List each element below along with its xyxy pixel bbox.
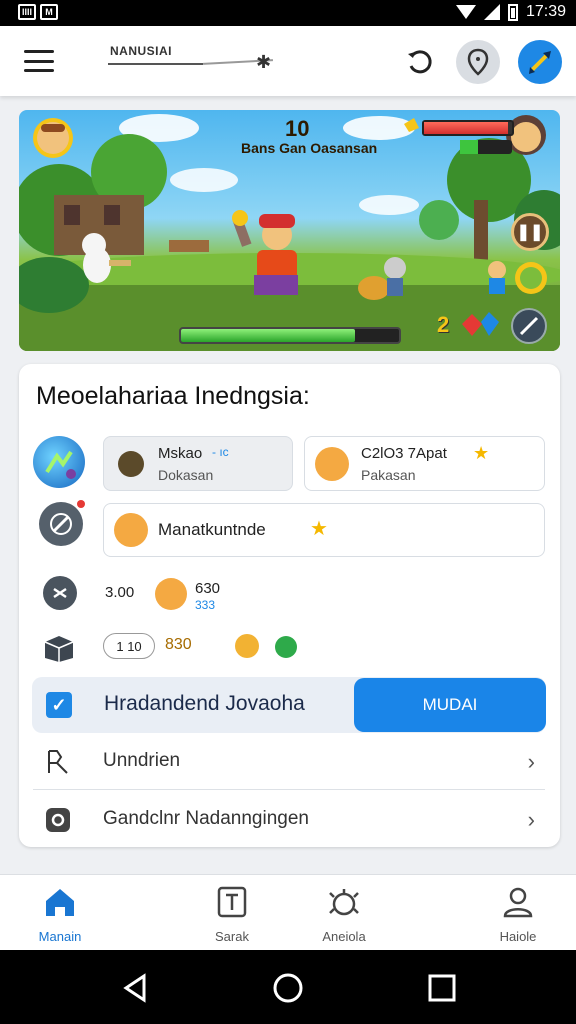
counter-pill-b: 10 (127, 638, 142, 654)
highlight-label: Hradandend Jovaoha (104, 692, 305, 715)
compass-icon[interactable] (39, 502, 83, 546)
paw-icon: ✱ (256, 52, 272, 72)
cell-signal-icon (483, 4, 500, 20)
mudai-button[interactable]: MUDAI (354, 678, 546, 732)
profile-icon (501, 885, 535, 919)
list-item-label: Unndrien (103, 750, 181, 771)
chip-title: Mskao (158, 445, 203, 462)
nav-label: Aneiola (322, 929, 366, 944)
cube-icon[interactable] (43, 634, 77, 662)
nav-item-haiole[interactable]: Haiole (458, 885, 576, 944)
nav-item-sarak[interactable]: Sarak (172, 885, 292, 944)
star-icon: ★ (473, 443, 490, 463)
mp-fill (460, 140, 479, 154)
main-card: Meoelahariaa Inedngsia: Mskao - ıc Dokas… (19, 364, 560, 847)
avatar-icon[interactable] (518, 40, 562, 84)
chevron-right-icon: › (527, 749, 535, 774)
list-item-gandclnr[interactable]: Gandclnr Nadanngingen › (33, 793, 545, 847)
chip-title: C2lO3 7Apat (361, 445, 447, 462)
chip-title: Manatkuntnde (158, 520, 266, 539)
highlight-row[interactable]: ✓ Hradandend Jovaoha MUDAI (32, 677, 546, 733)
game-score: 10 (285, 116, 310, 141)
mp-bar (460, 140, 512, 154)
signal-box-icon: IIII (18, 4, 36, 20)
game-banner[interactable]: 10 Bans Gan Oasansan ❚❚ 2 (19, 110, 560, 351)
chevron-right-icon: › (527, 807, 535, 832)
settings-icon (43, 805, 73, 835)
counter-pill-a: 1 (116, 638, 124, 654)
shield-icon (118, 451, 144, 477)
character-avatar-icon (114, 513, 148, 547)
share-icon[interactable] (43, 576, 77, 610)
battery-icon (507, 3, 518, 21)
bottom-nav: Manain Sarak Aneiola Haiole (0, 874, 576, 950)
game-level: 2 (437, 312, 450, 337)
divider (33, 789, 545, 790)
home-system-icon[interactable] (272, 972, 304, 1004)
bug-icon (327, 885, 361, 919)
pause-button[interactable]: ❚❚ (511, 213, 549, 251)
brand-logo: NANUSIAI ✱ (108, 44, 288, 80)
notification-dot (77, 500, 85, 508)
coin-icon (235, 634, 259, 658)
chip-subtitle: Dokasan (158, 467, 214, 483)
wifi-icon (455, 5, 476, 19)
app-bar: NANUSIAI ✱ (0, 26, 576, 96)
counter-pill[interactable]: 1 10 (103, 633, 155, 659)
nav-label: Sarak (215, 929, 249, 944)
hp-fill (424, 122, 508, 134)
nav-label: Manain (38, 929, 82, 944)
person-icon (43, 747, 73, 777)
nav-item-manain[interactable]: Manain (0, 885, 120, 944)
list-item-label: Gandclnr Nadanngingen (103, 808, 309, 829)
status-bar: IIII M 17:39 (0, 0, 576, 26)
game-subtitle: Bans Gan Oasansan (241, 140, 378, 156)
character-avatar-icon (155, 578, 187, 610)
star-icon: ★ (310, 518, 328, 540)
refresh-icon[interactable] (398, 40, 442, 84)
status-left-icons: IIII M (18, 4, 58, 20)
home-icon (43, 885, 77, 919)
back-icon[interactable] (120, 972, 152, 1004)
brand-text: NANUSIAI (110, 44, 173, 58)
card-title: Meoelahariaa Inedngsia: (36, 382, 310, 410)
row-value-2: 630 (195, 580, 221, 597)
hp-bar (422, 120, 514, 136)
row-value-2-sub: 333 (195, 598, 216, 612)
location-icon[interactable] (456, 40, 500, 84)
coin-count: 830 (165, 636, 192, 653)
chip-mskao[interactable]: Mskao - ıc Dokasan (103, 436, 293, 491)
status-time: 17:39 (525, 3, 566, 20)
list-item-unndrien[interactable]: Unndrien › (33, 735, 545, 789)
mail-box-icon: M (40, 4, 58, 20)
character-avatar-icon (315, 447, 349, 481)
nav-label: Haiole (499, 929, 537, 944)
chip-manatkuntnde[interactable]: Manatkuntnde ★ (103, 503, 545, 557)
system-nav-bar (0, 950, 576, 1024)
nav-item-aneiola[interactable]: Aneiola (284, 885, 404, 944)
map-icon[interactable] (33, 436, 85, 488)
chip-subtitle: Pakasan (361, 467, 416, 483)
game-progress-fill (181, 329, 356, 342)
chip-c2lo3[interactable]: C2lO3 7Apat ★ Pakasan (304, 436, 545, 491)
row-value-1: 3.00 (105, 584, 135, 601)
text-icon (215, 885, 249, 919)
menu-icon[interactable] (24, 50, 54, 72)
gem-icon (275, 636, 297, 658)
chip-tag: - ıc (212, 445, 229, 459)
game-progress-bar (179, 327, 401, 344)
checkbox-checked[interactable]: ✓ (46, 692, 72, 718)
recents-icon[interactable] (426, 972, 458, 1004)
